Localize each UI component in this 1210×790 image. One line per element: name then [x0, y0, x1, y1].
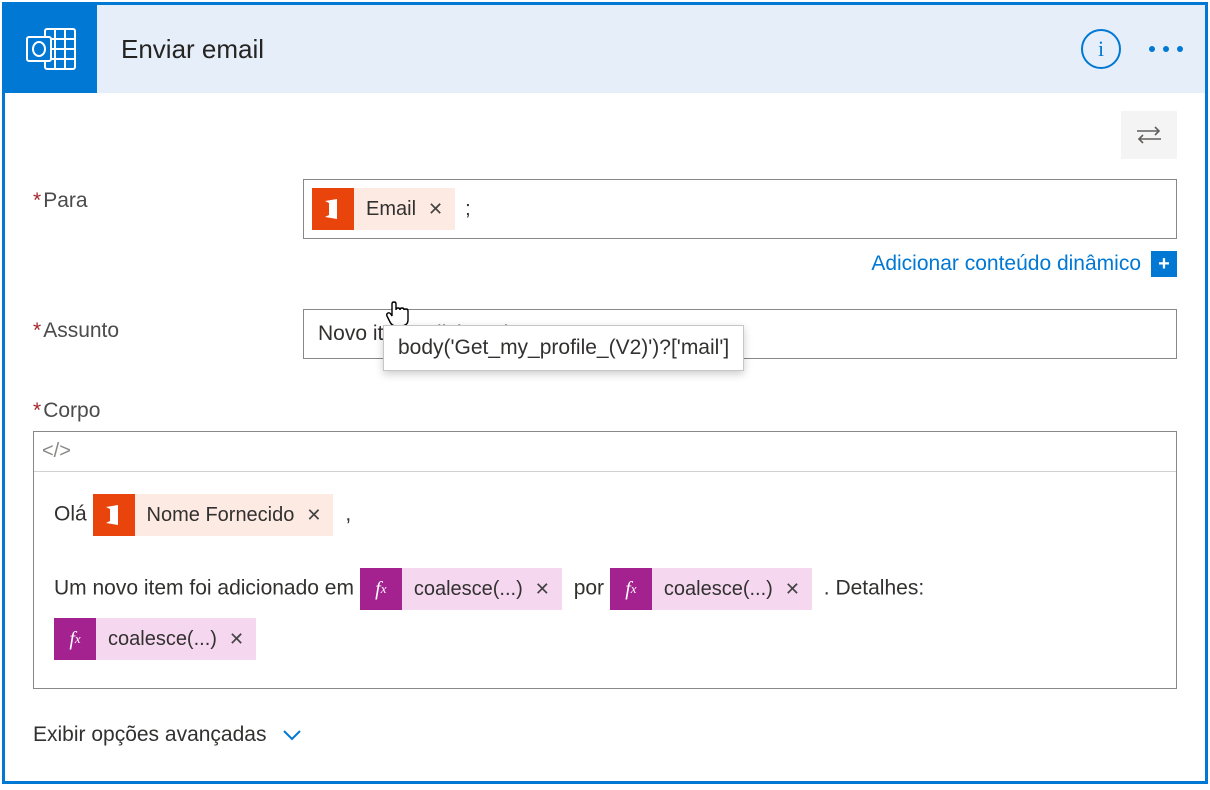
card-header: Enviar email i	[5, 5, 1205, 93]
advanced-label: Exibir opções avançadas	[33, 723, 266, 747]
advanced-options[interactable]: Exibir opções avançadas	[33, 723, 1177, 747]
name-token-label: Nome Fornecido	[135, 494, 305, 536]
coalesce-token-1[interactable]: fx coalesce(...) ✕	[360, 568, 562, 610]
card-title: Enviar email	[97, 34, 1081, 65]
coalesce-label: coalesce(...)	[652, 568, 783, 610]
expression-tooltip: body('Get_my_profile_(V2)')?['mail']	[383, 325, 744, 371]
body-editor: </> Olá Nome Fornecido ✕ , Um nov	[33, 431, 1177, 689]
coalesce-token-3[interactable]: fx coalesce(...) ✕	[54, 618, 256, 660]
editor-toolbar: </>	[34, 432, 1176, 472]
code-view-button[interactable]: </>	[42, 440, 71, 463]
add-dynamic-link[interactable]: Adicionar conteúdo dinâmico	[871, 252, 1141, 276]
subject-label: *Assunto	[33, 309, 303, 343]
text-por: por	[574, 577, 604, 600]
email-token[interactable]: Email ✕	[312, 188, 455, 230]
fx-icon: fx	[54, 618, 96, 660]
office-icon	[312, 188, 354, 230]
text-comma: ,	[345, 503, 351, 526]
text-line2: Um novo item foi adicionado em	[54, 577, 354, 600]
coalesce-token-2[interactable]: fx coalesce(...) ✕	[610, 568, 812, 610]
chevron-down-icon	[282, 723, 302, 747]
info-icon[interactable]: i	[1081, 29, 1121, 69]
action-card: Enviar email i *Para Email ✕	[2, 2, 1208, 784]
body-label: *Corpo	[33, 399, 1177, 423]
close-icon[interactable]: ✕	[304, 494, 333, 536]
dynamic-content-row: Adicionar conteúdo dinâmico +	[33, 251, 1177, 277]
text-detalhes: . Detalhes:	[824, 577, 924, 600]
editor-content[interactable]: Olá Nome Fornecido ✕ , Um novo item foi …	[34, 472, 1176, 688]
more-icon[interactable]	[1149, 46, 1183, 52]
fx-icon: fx	[610, 568, 652, 610]
coalesce-label: coalesce(...)	[402, 568, 533, 610]
plus-icon[interactable]: +	[1151, 251, 1177, 277]
close-icon[interactable]: ✕	[227, 618, 256, 660]
email-token-label: Email	[354, 198, 426, 221]
office-icon	[93, 494, 135, 536]
to-field-row: *Para Email ✕ ;	[33, 179, 1177, 239]
to-input[interactable]: Email ✕ ;	[303, 179, 1177, 239]
swap-button[interactable]	[1121, 111, 1177, 159]
to-label: *Para	[33, 179, 303, 213]
name-token[interactable]: Nome Fornecido ✕	[93, 494, 334, 536]
close-icon[interactable]: ✕	[426, 199, 455, 220]
fx-icon: fx	[360, 568, 402, 610]
to-separator: ;	[465, 198, 471, 221]
card-body: *Para Email ✕ ; body('Get_my_profile_(V2…	[5, 93, 1205, 781]
coalesce-label: coalesce(...)	[96, 618, 227, 660]
outlook-icon	[5, 5, 97, 93]
close-icon[interactable]: ✕	[533, 568, 562, 610]
close-icon[interactable]: ✕	[783, 568, 812, 610]
text-greeting: Olá	[54, 503, 87, 526]
